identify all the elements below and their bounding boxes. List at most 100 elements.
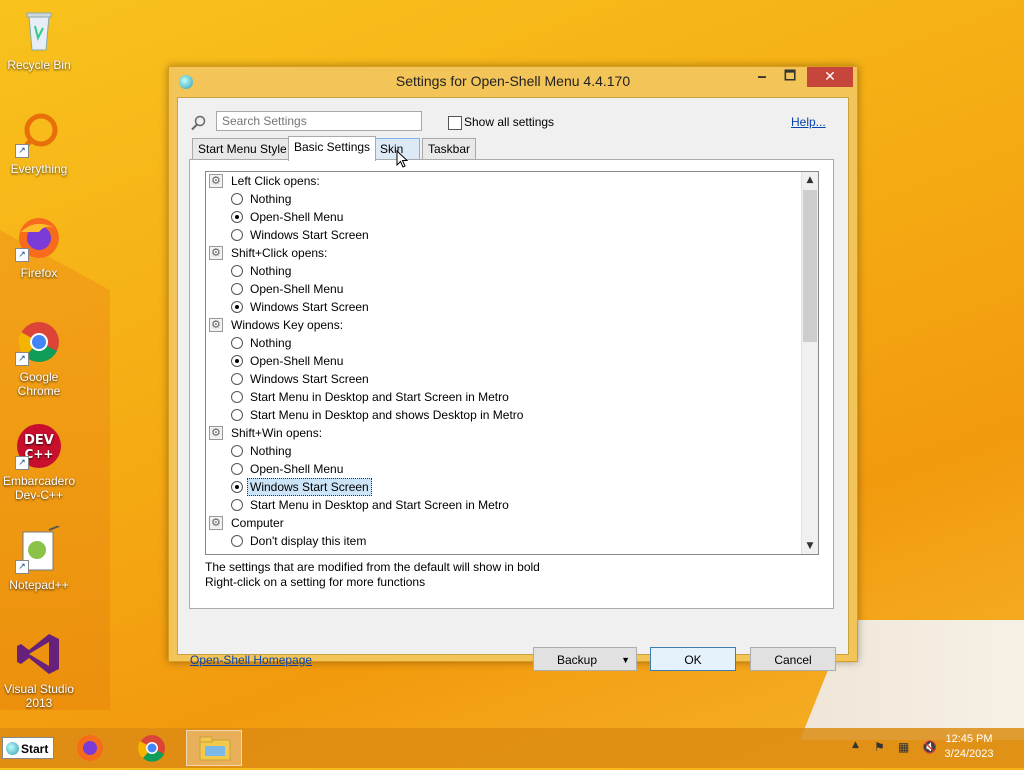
radio-button[interactable] — [231, 265, 243, 277]
desktop-icon-visual-studio[interactable]: Visual Studio 2013 — [1, 630, 77, 710]
tab-basic-settings[interactable]: Basic Settings — [288, 136, 377, 161]
setting-option-row[interactable]: Windows Start Screen — [206, 478, 800, 496]
radio-button[interactable] — [231, 301, 243, 313]
desktop-icon-everything[interactable]: ↗ Everything — [1, 110, 77, 176]
radio-button[interactable] — [231, 391, 243, 403]
setting-label: Windows Start Screen — [247, 478, 372, 496]
cancel-button[interactable]: Cancel — [750, 647, 836, 671]
setting-group-row[interactable]: Shift+Win opens: — [206, 424, 800, 442]
setting-option-row[interactable]: Nothing — [206, 190, 800, 208]
setting-option-row[interactable]: Start Menu in Desktop and Start Screen i… — [206, 496, 800, 514]
scroll-up-arrow-icon[interactable]: ▲ — [802, 172, 818, 188]
setting-option-row[interactable]: Open-Shell Menu — [206, 208, 800, 226]
desktop-icon-firefox[interactable]: ↗ Firefox — [1, 214, 77, 280]
setting-group-row[interactable]: Left Click opens: — [206, 172, 800, 190]
radio-button[interactable] — [231, 211, 243, 223]
setting-group-icon — [209, 424, 223, 442]
setting-option-row[interactable]: Open-Shell Menu — [206, 352, 800, 370]
clock[interactable]: 12:45 PM 3/24/2023 — [934, 732, 1004, 762]
scroll-down-arrow-icon[interactable]: ▼ — [802, 538, 818, 554]
shortcut-arrow-icon: ↗ — [15, 144, 29, 158]
vertical-scrollbar[interactable]: ▲ ▼ — [801, 172, 818, 554]
settings-tree[interactable]: Left Click opens: Nothing Open-Shell Menu W… — [205, 171, 819, 555]
setting-label: Start Menu in Desktop and shows Desktop … — [250, 408, 524, 422]
svg-text:DEV: DEV — [24, 433, 54, 448]
setting-option-row[interactable]: Windows Start Screen — [206, 298, 800, 316]
network-icon[interactable]: ▦ — [898, 740, 909, 754]
radio-button[interactable] — [231, 481, 243, 493]
open-shell-homepage-link[interactable]: Open-Shell Homepage — [190, 653, 312, 667]
settings-window: Settings for Open-Shell Menu 4.4.170 🗕 🗖… — [168, 66, 858, 671]
setting-option-row[interactable]: Don't display this item — [206, 532, 800, 550]
setting-label: Nothing — [250, 192, 292, 206]
tab-start-menu-style[interactable]: Start Menu Style — [192, 138, 293, 159]
taskbar-firefox[interactable] — [62, 730, 118, 766]
setting-group-icon — [209, 316, 223, 334]
help-link[interactable]: Help... — [791, 115, 826, 129]
title-bar[interactable]: Settings for Open-Shell Menu 4.4.170 🗕 🗖… — [169, 67, 857, 97]
desktop-icon-label: Google Chrome — [17, 370, 61, 398]
radio-button[interactable] — [231, 499, 243, 511]
action-center-flag-icon[interactable]: ⚑ — [874, 740, 885, 754]
setting-option-row[interactable]: Windows Start Screen — [206, 226, 800, 244]
setting-option-row[interactable]: Start Menu in Desktop and shows Desktop … — [206, 406, 800, 424]
show-all-settings-checkbox[interactable] — [448, 116, 462, 130]
radio-button[interactable] — [231, 193, 243, 205]
taskbar-file-explorer[interactable] — [186, 730, 242, 766]
chrome-icon — [138, 735, 165, 762]
backup-button[interactable]: Backup ▼ — [533, 647, 637, 671]
dev-cpp-icon: DEV C++ ↗ — [15, 422, 63, 470]
setting-option-row[interactable]: Windows Start Screen — [206, 370, 800, 388]
desktop-icon-label: Notepad++ — [9, 578, 69, 592]
desktop-icon-notepad-plus-plus[interactable]: ↗ Notepad++ — [1, 525, 77, 592]
radio-button[interactable] — [231, 409, 243, 421]
shortcut-arrow-icon: ↗ — [15, 456, 29, 470]
start-button[interactable]: Start — [2, 737, 54, 759]
setting-group-row[interactable]: Computer — [206, 514, 800, 532]
radio-button[interactable] — [231, 355, 243, 367]
setting-label: Start Menu in Desktop and Start Screen i… — [250, 498, 509, 512]
show-all-settings-label[interactable]: Show all settings — [464, 115, 554, 129]
show-hidden-icons-icon[interactable]: ▲ — [852, 740, 859, 750]
setting-label: Left Click opens: — [231, 174, 320, 188]
radio-button[interactable] — [231, 337, 243, 349]
setting-option-row[interactable]: Start Menu in Desktop and Start Screen i… — [206, 388, 800, 406]
taskbar-chrome[interactable] — [124, 730, 180, 766]
setting-option-row[interactable]: Nothing — [206, 262, 800, 280]
setting-group-row[interactable]: Shift+Click opens: — [206, 244, 800, 262]
desktop-icon-recycle-bin[interactable]: Recycle Bin — [1, 6, 77, 72]
setting-label: Computer — [231, 516, 284, 530]
start-label: Start — [21, 742, 49, 756]
setting-option-row[interactable]: Nothing — [206, 334, 800, 352]
setting-option-row[interactable]: Open-Shell Menu — [206, 280, 800, 298]
setting-label: Nothing — [250, 336, 292, 350]
setting-option-row[interactable]: Open-Shell Menu — [206, 460, 800, 478]
dropdown-arrow-icon: ▼ — [621, 655, 630, 665]
setting-option-row[interactable]: Nothing — [206, 442, 800, 460]
radio-button[interactable] — [231, 283, 243, 295]
close-button[interactable]: ✕ — [807, 67, 853, 87]
minimize-button[interactable]: 🗕 — [749, 67, 775, 87]
scroll-thumb[interactable] — [803, 190, 817, 342]
hint-bold-settings: The settings that are modified from the … — [205, 560, 540, 574]
desktop-icon-label: Recycle Bin — [7, 58, 71, 72]
desktop-icon-dev-cpp[interactable]: DEV C++ ↗ Embarcadero Dev-C++ — [1, 422, 77, 502]
desktop-icon-google-chrome[interactable]: ↗ Google Chrome — [1, 318, 77, 398]
firefox-icon: ↗ — [15, 214, 63, 262]
radio-button[interactable] — [231, 445, 243, 457]
maximize-button[interactable]: 🗖 — [777, 67, 803, 87]
setting-group-row[interactable]: Windows Key opens: — [206, 316, 800, 334]
desktop-icon-label: Firefox — [20, 266, 58, 280]
firefox-icon — [77, 735, 103, 761]
radio-button[interactable] — [231, 463, 243, 475]
radio-button[interactable] — [231, 373, 243, 385]
setting-label: Open-Shell Menu — [250, 354, 344, 368]
ok-button[interactable]: OK — [650, 647, 736, 671]
chrome-icon: ↗ — [15, 318, 63, 366]
radio-button[interactable] — [231, 535, 243, 547]
radio-button[interactable] — [231, 229, 243, 241]
desktop-icon-label: Embarcadero Dev-C++ — [2, 474, 76, 502]
tab-taskbar[interactable]: Taskbar — [422, 138, 477, 159]
setting-label: Shift+Win opens: — [231, 426, 323, 440]
search-input[interactable] — [216, 111, 422, 131]
